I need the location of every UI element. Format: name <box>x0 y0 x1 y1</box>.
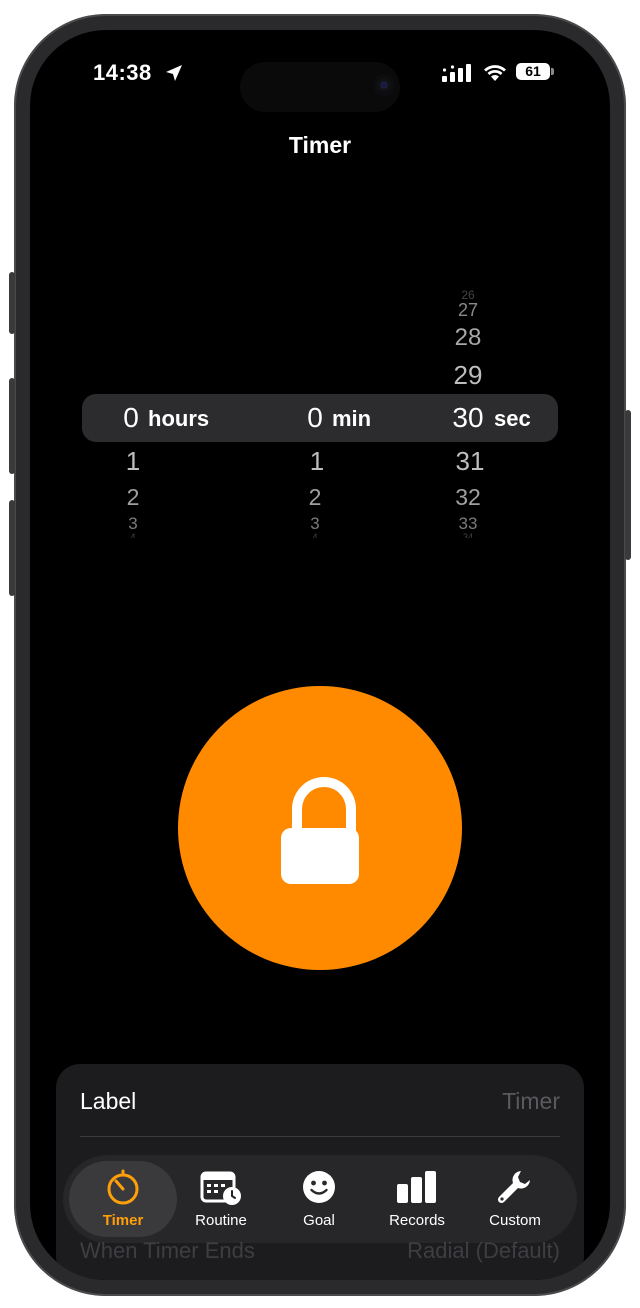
picker-seconds-option[interactable]: 32 <box>438 484 498 511</box>
picker-seconds-option[interactable]: 27 <box>438 300 498 321</box>
calendar-clock-icon <box>200 1171 241 1205</box>
lock-icon-body <box>281 828 359 884</box>
tab-goal-label: Goal <box>303 1212 335 1229</box>
screen: 14:38 61 Timer 26 27 28 29 0 hours 0 min… <box>30 30 610 1280</box>
tab-routine[interactable]: Routine <box>172 1156 270 1242</box>
tab-records[interactable]: Records <box>368 1156 466 1242</box>
picker-hours-option[interactable]: 4 <box>118 532 148 538</box>
picker-minutes-option[interactable]: 3 <box>300 514 330 534</box>
cellular-signal-icon <box>442 64 471 82</box>
volume-up-button <box>9 378 15 474</box>
page-title: Timer <box>288 132 352 158</box>
camera-dot <box>373 74 395 96</box>
tab-timer-label: Timer <box>102 1212 144 1229</box>
tab-timer[interactable]: Timer <box>74 1156 172 1242</box>
picker-hours-value[interactable]: 0 <box>116 402 146 434</box>
action-button <box>9 272 15 334</box>
picker-seconds-option[interactable]: 31 <box>440 446 500 477</box>
smiley-icon <box>303 1171 335 1203</box>
picker-hours-option[interactable]: 3 <box>118 514 148 534</box>
picker-seconds-option[interactable]: 28 <box>438 324 498 352</box>
picker-seconds-option[interactable]: 34 <box>438 532 498 538</box>
bar-chart-icon <box>397 1171 436 1203</box>
picker-minutes-unit: min <box>332 406 372 431</box>
volume-down-button <box>9 500 15 596</box>
wrench-icon <box>497 1171 530 1204</box>
wifi-icon <box>484 65 506 81</box>
picker-seconds-option[interactable]: 33 <box>438 514 498 534</box>
tab-records-label: Records <box>389 1212 445 1229</box>
picker-minutes-value[interactable]: 0 <box>300 402 330 434</box>
settings-divider <box>80 1136 560 1137</box>
picker-minutes-option[interactable]: 1 <box>302 446 332 477</box>
picker-minutes-option[interactable]: 4 <box>300 532 330 538</box>
picker-seconds-unit: sec <box>494 406 531 431</box>
battery-indicator: 61 <box>516 63 554 80</box>
status-time: 14:38 <box>93 60 152 85</box>
picker-hours-unit: hours <box>148 406 210 431</box>
tab-custom-label: Custom <box>489 1212 541 1229</box>
picker-seconds-value[interactable]: 30 <box>446 402 490 434</box>
label-row-title[interactable]: Label <box>80 1088 136 1115</box>
picker-hours-option[interactable]: 1 <box>118 446 148 477</box>
stopwatch-icon <box>107 1169 139 1205</box>
picker-seconds-option[interactable]: 29 <box>438 360 498 391</box>
tab-goal[interactable]: Goal <box>270 1156 368 1242</box>
label-row-value[interactable]: Timer <box>502 1088 560 1115</box>
tab-custom[interactable]: Custom <box>466 1156 564 1242</box>
location-arrow-icon <box>166 65 182 81</box>
tab-bar: Timer Routine Goal Records Custom <box>64 1156 576 1242</box>
tab-routine-label: Routine <box>195 1212 247 1229</box>
picker-hours-option[interactable]: 2 <box>118 484 148 511</box>
power-button <box>625 410 631 560</box>
picker-minutes-option[interactable]: 2 <box>300 484 330 511</box>
